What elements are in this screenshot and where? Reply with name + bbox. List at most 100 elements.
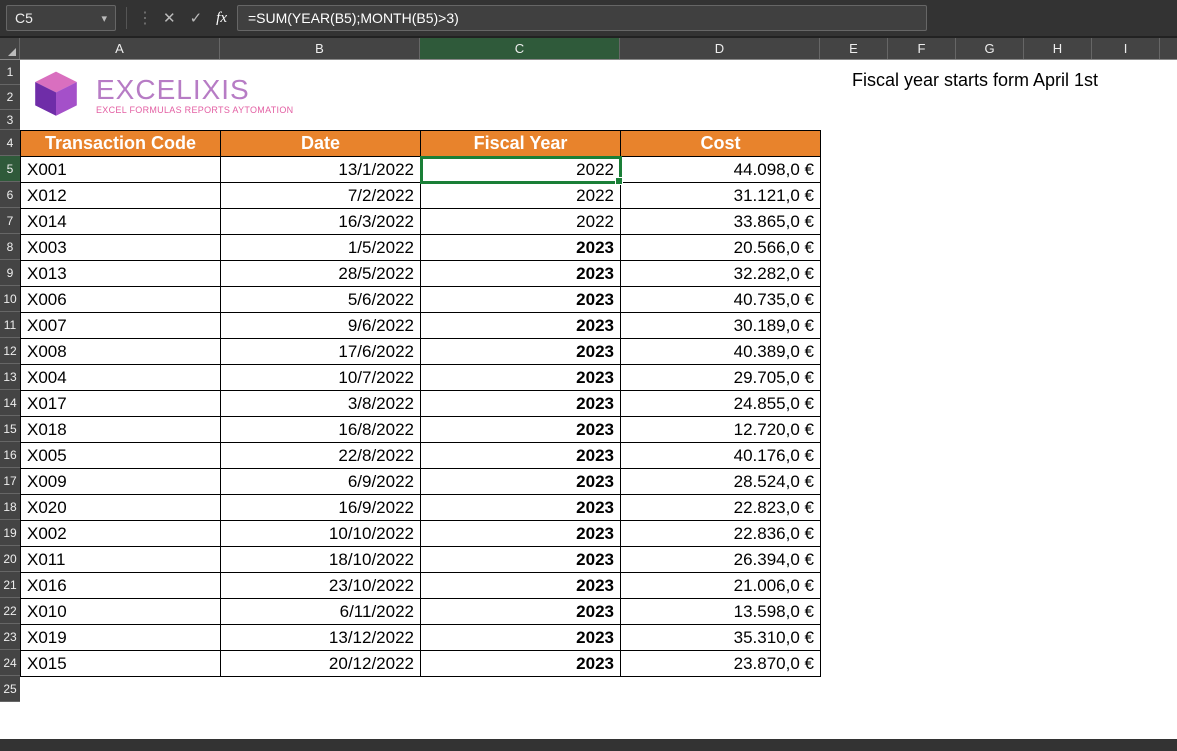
- empty-row-25[interactable]: [20, 677, 1177, 699]
- row-header-5[interactable]: 5: [0, 156, 20, 182]
- cell[interactable]: 2023: [421, 625, 621, 651]
- row-header-11[interactable]: 11: [0, 312, 20, 338]
- cell[interactable]: X017: [21, 391, 221, 417]
- cell[interactable]: X005: [21, 443, 221, 469]
- row-header-17[interactable]: 17: [0, 468, 20, 494]
- cell[interactable]: 40.735,0 €: [621, 287, 821, 313]
- col-header-A[interactable]: A: [20, 38, 220, 59]
- cell[interactable]: 18/10/2022: [221, 547, 421, 573]
- cell[interactable]: 16/3/2022: [221, 209, 421, 235]
- cell[interactable]: 12.720,0 €: [621, 417, 821, 443]
- cell[interactable]: 17/6/2022: [221, 339, 421, 365]
- cell[interactable]: X014: [21, 209, 221, 235]
- cell[interactable]: 10/10/2022: [221, 521, 421, 547]
- row-header-7[interactable]: 7: [0, 208, 20, 234]
- table-row[interactable]: X00113/1/2022202244.098,0 €: [21, 157, 821, 183]
- row-header-3[interactable]: 3: [0, 110, 20, 130]
- table-row[interactable]: X0127/2/2022202231.121,0 €: [21, 183, 821, 209]
- cell[interactable]: 30.189,0 €: [621, 313, 821, 339]
- cell[interactable]: X009: [21, 469, 221, 495]
- cell[interactable]: 13/12/2022: [221, 625, 421, 651]
- col-header-F[interactable]: F: [888, 38, 956, 59]
- cell[interactable]: 7/2/2022: [221, 183, 421, 209]
- table-row[interactable]: X00210/10/2022202322.836,0 €: [21, 521, 821, 547]
- table-row[interactable]: X01816/8/2022202312.720,0 €: [21, 417, 821, 443]
- table-row[interactable]: X01913/12/2022202335.310,0 €: [21, 625, 821, 651]
- cell[interactable]: X012: [21, 183, 221, 209]
- table-row[interactable]: X0079/6/2022202330.189,0 €: [21, 313, 821, 339]
- row-header-4[interactable]: 4: [0, 130, 20, 156]
- fx-button[interactable]: fx: [212, 10, 231, 27]
- cell[interactable]: X019: [21, 625, 221, 651]
- row-header-1[interactable]: 1: [0, 60, 20, 85]
- table-row[interactable]: X01623/10/2022202321.006,0 €: [21, 573, 821, 599]
- cell[interactable]: X006: [21, 287, 221, 313]
- cell[interactable]: 2023: [421, 365, 621, 391]
- row-header-10[interactable]: 10: [0, 286, 20, 312]
- cell[interactable]: 2023: [421, 287, 621, 313]
- cell[interactable]: 2023: [421, 521, 621, 547]
- row-header-22[interactable]: 22: [0, 598, 20, 624]
- cell[interactable]: 28.524,0 €: [621, 469, 821, 495]
- row-header-12[interactable]: 12: [0, 338, 20, 364]
- row-header-13[interactable]: 13: [0, 364, 20, 390]
- table-row[interactable]: X0106/11/2022202313.598,0 €: [21, 599, 821, 625]
- table-row[interactable]: X00410/7/2022202329.705,0 €: [21, 365, 821, 391]
- cell[interactable]: 22.823,0 €: [621, 495, 821, 521]
- cell[interactable]: 3/8/2022: [221, 391, 421, 417]
- col-header-B[interactable]: B: [220, 38, 420, 59]
- cell[interactable]: X001: [21, 157, 221, 183]
- cell[interactable]: 2023: [421, 547, 621, 573]
- col-header-H[interactable]: H: [1024, 38, 1092, 59]
- cell[interactable]: 13.598,0 €: [621, 599, 821, 625]
- cell[interactable]: 2023: [421, 469, 621, 495]
- cell[interactable]: 33.865,0 €: [621, 209, 821, 235]
- cell[interactable]: X002: [21, 521, 221, 547]
- table-row[interactable]: X00817/6/2022202340.389,0 €: [21, 339, 821, 365]
- formula-input[interactable]: =SUM(YEAR(B5);MONTH(B5)>3): [237, 5, 927, 31]
- col-header-G[interactable]: G: [956, 38, 1024, 59]
- cell[interactable]: 22.836,0 €: [621, 521, 821, 547]
- table-row[interactable]: X0173/8/2022202324.855,0 €: [21, 391, 821, 417]
- cell[interactable]: 16/8/2022: [221, 417, 421, 443]
- cancel-button[interactable]: ✕: [159, 9, 180, 27]
- cell[interactable]: 2023: [421, 235, 621, 261]
- header-cost[interactable]: Cost: [621, 131, 821, 157]
- table-row[interactable]: X0096/9/2022202328.524,0 €: [21, 469, 821, 495]
- more-icon[interactable]: ⋮: [137, 8, 153, 28]
- cell[interactable]: 31.121,0 €: [621, 183, 821, 209]
- header-code[interactable]: Transaction Code: [21, 131, 221, 157]
- cell[interactable]: 2022: [421, 157, 621, 183]
- cell[interactable]: 21.006,0 €: [621, 573, 821, 599]
- row-header-20[interactable]: 20: [0, 546, 20, 572]
- cell[interactable]: 2022: [421, 209, 621, 235]
- cell[interactable]: 2023: [421, 651, 621, 677]
- cell[interactable]: 2023: [421, 573, 621, 599]
- cell[interactable]: X004: [21, 365, 221, 391]
- table-row[interactable]: X01118/10/2022202326.394,0 €: [21, 547, 821, 573]
- row-header-23[interactable]: 23: [0, 624, 20, 650]
- table-row[interactable]: X01328/5/2022202332.282,0 €: [21, 261, 821, 287]
- cell[interactable]: 44.098,0 €: [621, 157, 821, 183]
- col-header-E[interactable]: E: [820, 38, 888, 59]
- row-header-9[interactable]: 9: [0, 260, 20, 286]
- row-header-14[interactable]: 14: [0, 390, 20, 416]
- cell[interactable]: 2023: [421, 417, 621, 443]
- cell[interactable]: 40.176,0 €: [621, 443, 821, 469]
- cell[interactable]: X020: [21, 495, 221, 521]
- cell[interactable]: 13/1/2022: [221, 157, 421, 183]
- cell[interactable]: X008: [21, 339, 221, 365]
- row-header-24[interactable]: 24: [0, 650, 20, 676]
- cell[interactable]: 6/9/2022: [221, 469, 421, 495]
- cell[interactable]: 23/10/2022: [221, 573, 421, 599]
- table-row[interactable]: X00522/8/2022202340.176,0 €: [21, 443, 821, 469]
- row-header-21[interactable]: 21: [0, 572, 20, 598]
- cell[interactable]: 2023: [421, 443, 621, 469]
- col-header-I[interactable]: I: [1092, 38, 1160, 59]
- chevron-down-icon[interactable]: ▾: [101, 12, 107, 25]
- cell[interactable]: X015: [21, 651, 221, 677]
- row-header-15[interactable]: 15: [0, 416, 20, 442]
- cell[interactable]: 9/6/2022: [221, 313, 421, 339]
- name-box[interactable]: C5 ▾: [6, 5, 116, 31]
- cell[interactable]: 24.855,0 €: [621, 391, 821, 417]
